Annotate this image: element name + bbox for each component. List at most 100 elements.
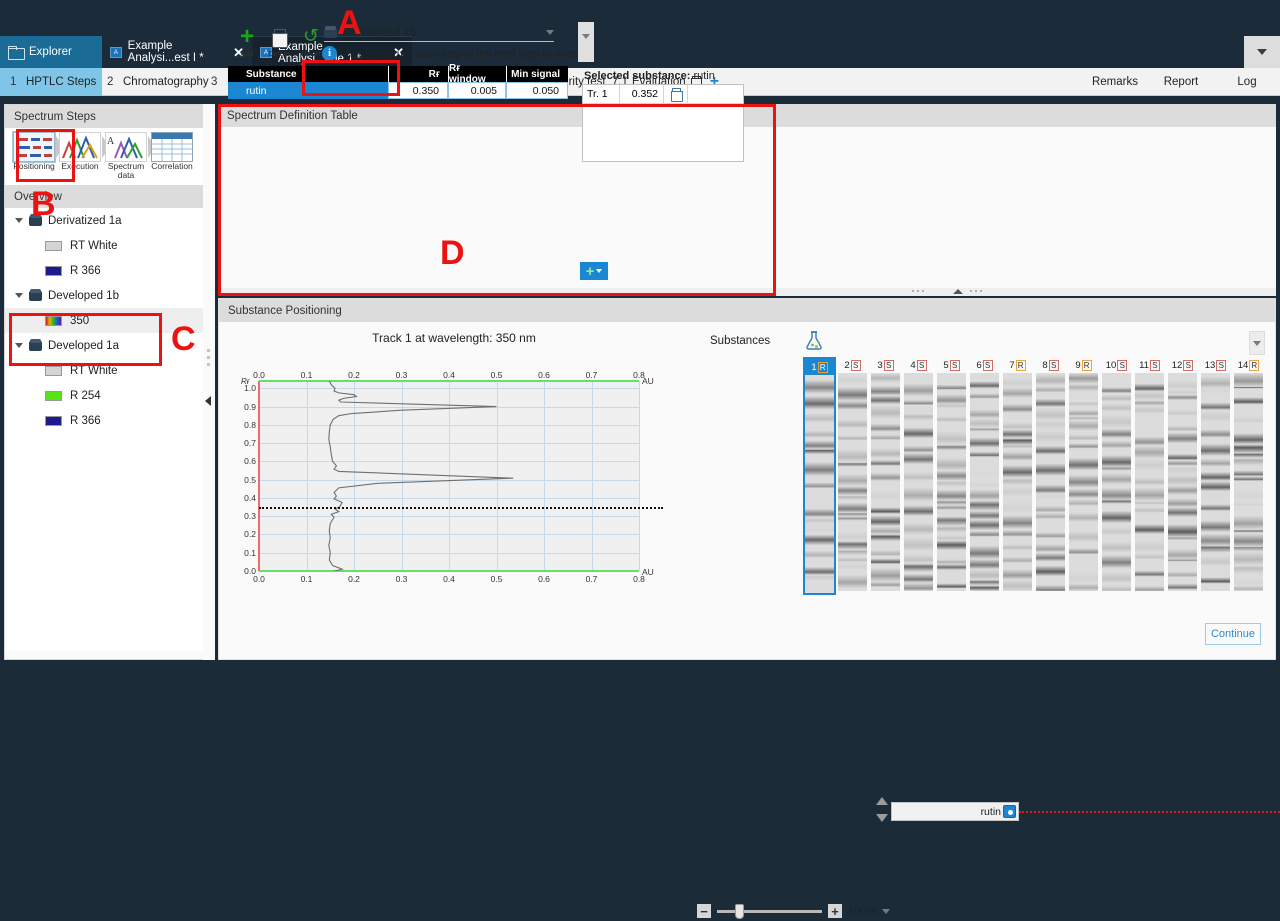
chevron-down-icon[interactable]: [876, 814, 888, 822]
track-image-8[interactable]: [1036, 373, 1065, 591]
execution-icon: [59, 132, 101, 162]
track-lane-9[interactable]: 9R: [1069, 357, 1098, 591]
track-type-badge: S: [851, 360, 861, 371]
track-lane-7[interactable]: 7R: [1003, 357, 1032, 591]
tree-item-350[interactable]: 350: [5, 308, 206, 333]
track-image-1[interactable]: [805, 375, 834, 593]
x-tick-label: 0.1: [301, 370, 313, 380]
tree-group-developed-1a[interactable]: Developed 1a: [5, 333, 206, 358]
nav-log[interactable]: Log: [1214, 76, 1280, 88]
zoom-out-button[interactable]: −: [697, 904, 711, 918]
chevron-down-icon[interactable]: [15, 343, 23, 348]
track-lane-8[interactable]: 8S: [1036, 357, 1065, 591]
track-lane-4[interactable]: 4S: [904, 357, 933, 591]
track-header-13: 13S: [1201, 357, 1230, 373]
nav-step-2[interactable]: 2 Chromatography: [107, 68, 209, 96]
track-image-9[interactable]: [1069, 373, 1098, 591]
flask-icon[interactable]: [804, 329, 826, 351]
chevron-down-icon[interactable]: [546, 30, 554, 35]
track-lane-3[interactable]: 3S: [871, 357, 900, 591]
track-image-12[interactable]: [1168, 373, 1197, 591]
y-tick-label: 0.9: [237, 402, 256, 412]
track-lane-12[interactable]: 12S: [1168, 357, 1197, 591]
zoom-control[interactable]: − + 100%: [697, 901, 902, 921]
nav-step-1-label: HPTLC Steps: [26, 76, 96, 88]
tree-group-derivatized-1a[interactable]: Derivatized 1a: [5, 208, 206, 233]
tracks-scroll-handle[interactable]: [1249, 331, 1265, 355]
step-positioning[interactable]: Positioning: [11, 132, 57, 171]
add-track-button[interactable]: +: [580, 262, 608, 280]
expand-up-icon[interactable]: [953, 289, 963, 294]
track-lane-10[interactable]: 10S: [1102, 357, 1131, 591]
track-image-13[interactable]: [1201, 373, 1230, 591]
track-lane-13[interactable]: 13S: [1201, 357, 1230, 591]
tree-item-r366-1a[interactable]: R 366: [5, 258, 206, 283]
track-image-4[interactable]: [904, 373, 933, 591]
track-image-5[interactable]: [937, 373, 966, 591]
track-image-11[interactable]: [1135, 373, 1164, 591]
zoom-slider-thumb[interactable]: [735, 904, 744, 919]
substance-marker-bar[interactable]: rutin: [891, 802, 1019, 821]
explorer-tab[interactable]: Explorer: [0, 36, 102, 68]
track-image-7[interactable]: [1003, 373, 1032, 591]
table-scroll-handle[interactable]: [578, 22, 594, 62]
track-image-14[interactable]: [1234, 373, 1263, 591]
row-substance[interactable]: rutin: [240, 82, 388, 99]
collapse-sidebar-icon[interactable]: [205, 396, 211, 406]
substance-positioning-panel: Substance Positioning Track 1 at wavelen…: [218, 298, 1276, 660]
track-lane-11[interactable]: 11S: [1135, 357, 1164, 591]
continue-button[interactable]: Continue: [1205, 623, 1261, 645]
row-rf[interactable]: 0.350: [388, 82, 448, 99]
track-rf-value[interactable]: 0.352: [620, 85, 664, 103]
chevron-up-icon[interactable]: [876, 797, 888, 805]
step-select-dropdown[interactable]: Derivatized 1b: [324, 24, 554, 42]
info-message-text: This spectrum scan step is the next step…: [343, 48, 593, 60]
eye-icon[interactable]: [1003, 805, 1016, 818]
tree-item-rt-white-1a-2[interactable]: RT White: [5, 358, 206, 383]
delete-track-button[interactable]: [664, 85, 688, 103]
tree-group-developed-1b[interactable]: Developed 1b: [5, 283, 206, 308]
nav-report[interactable]: Report: [1148, 76, 1214, 88]
tree-item-rt-white-1a-2-label: RT White: [70, 365, 118, 377]
chevron-down-icon[interactable]: [882, 909, 890, 914]
track-lane-14[interactable]: 14R: [1234, 357, 1263, 591]
nav-step-1-number: 1: [10, 76, 26, 88]
tab-overflow-button[interactable]: [1244, 36, 1280, 68]
densitogram-chart[interactable]: 0.00.10.20.30.40.50.60.70.8 0.00.10.20.3…: [237, 369, 657, 579]
rf-position-spinner[interactable]: [874, 797, 890, 829]
chevron-down-icon[interactable]: [15, 218, 23, 223]
track-header-9: 9R: [1069, 357, 1098, 373]
plate-icon: [324, 28, 337, 38]
track-lane-5[interactable]: 5S: [937, 357, 966, 591]
track-lane-6[interactable]: 6S: [970, 357, 999, 591]
track-image-10[interactable]: [1102, 373, 1131, 591]
y-tick-label: 0.4: [237, 493, 256, 503]
explorer-tab-label: Explorer: [29, 46, 72, 58]
row-min-signal[interactable]: 0.050: [506, 82, 568, 99]
step-correlation[interactable]: Correlation: [149, 132, 195, 171]
track-image-6[interactable]: [970, 373, 999, 591]
step-execution[interactable]: Execution: [57, 132, 103, 171]
step-spectrum-data[interactable]: A Spectrum data: [103, 132, 149, 181]
tree-item-r366-1a-2[interactable]: R 366: [5, 408, 206, 433]
track-image-3[interactable]: [871, 373, 900, 591]
row-rf-window[interactable]: 0.005: [448, 82, 506, 99]
definition-table-footer-scroll[interactable]: [218, 288, 1276, 296]
densitogram-curve: [259, 381, 639, 571]
zoom-in-button[interactable]: +: [828, 904, 842, 918]
rf-marker-line[interactable]: [259, 507, 663, 509]
track-image-2[interactable]: [838, 373, 867, 591]
chevron-down-icon[interactable]: [15, 293, 23, 298]
chevron-down-icon[interactable]: [596, 269, 602, 273]
table-row[interactable]: rutin 0.350 0.005 0.050: [228, 82, 568, 99]
nav-step-1[interactable]: 1 HPTLC Steps: [10, 68, 96, 96]
spectrum-definition-table-panel: Spectrum Definition Table: [218, 104, 1276, 294]
list-item[interactable]: Tr. 1 0.352: [583, 85, 743, 104]
track-lane-2[interactable]: 2S: [838, 357, 867, 591]
tree-item-r254[interactable]: R 254: [5, 383, 206, 408]
sidebar-splitter[interactable]: [203, 104, 215, 660]
zoom-slider[interactable]: [717, 910, 822, 913]
tree-item-rt-white-1a[interactable]: RT White: [5, 233, 206, 258]
track-lane-1[interactable]: 1R: [803, 357, 836, 595]
nav-remarks[interactable]: Remarks: [1082, 76, 1148, 88]
